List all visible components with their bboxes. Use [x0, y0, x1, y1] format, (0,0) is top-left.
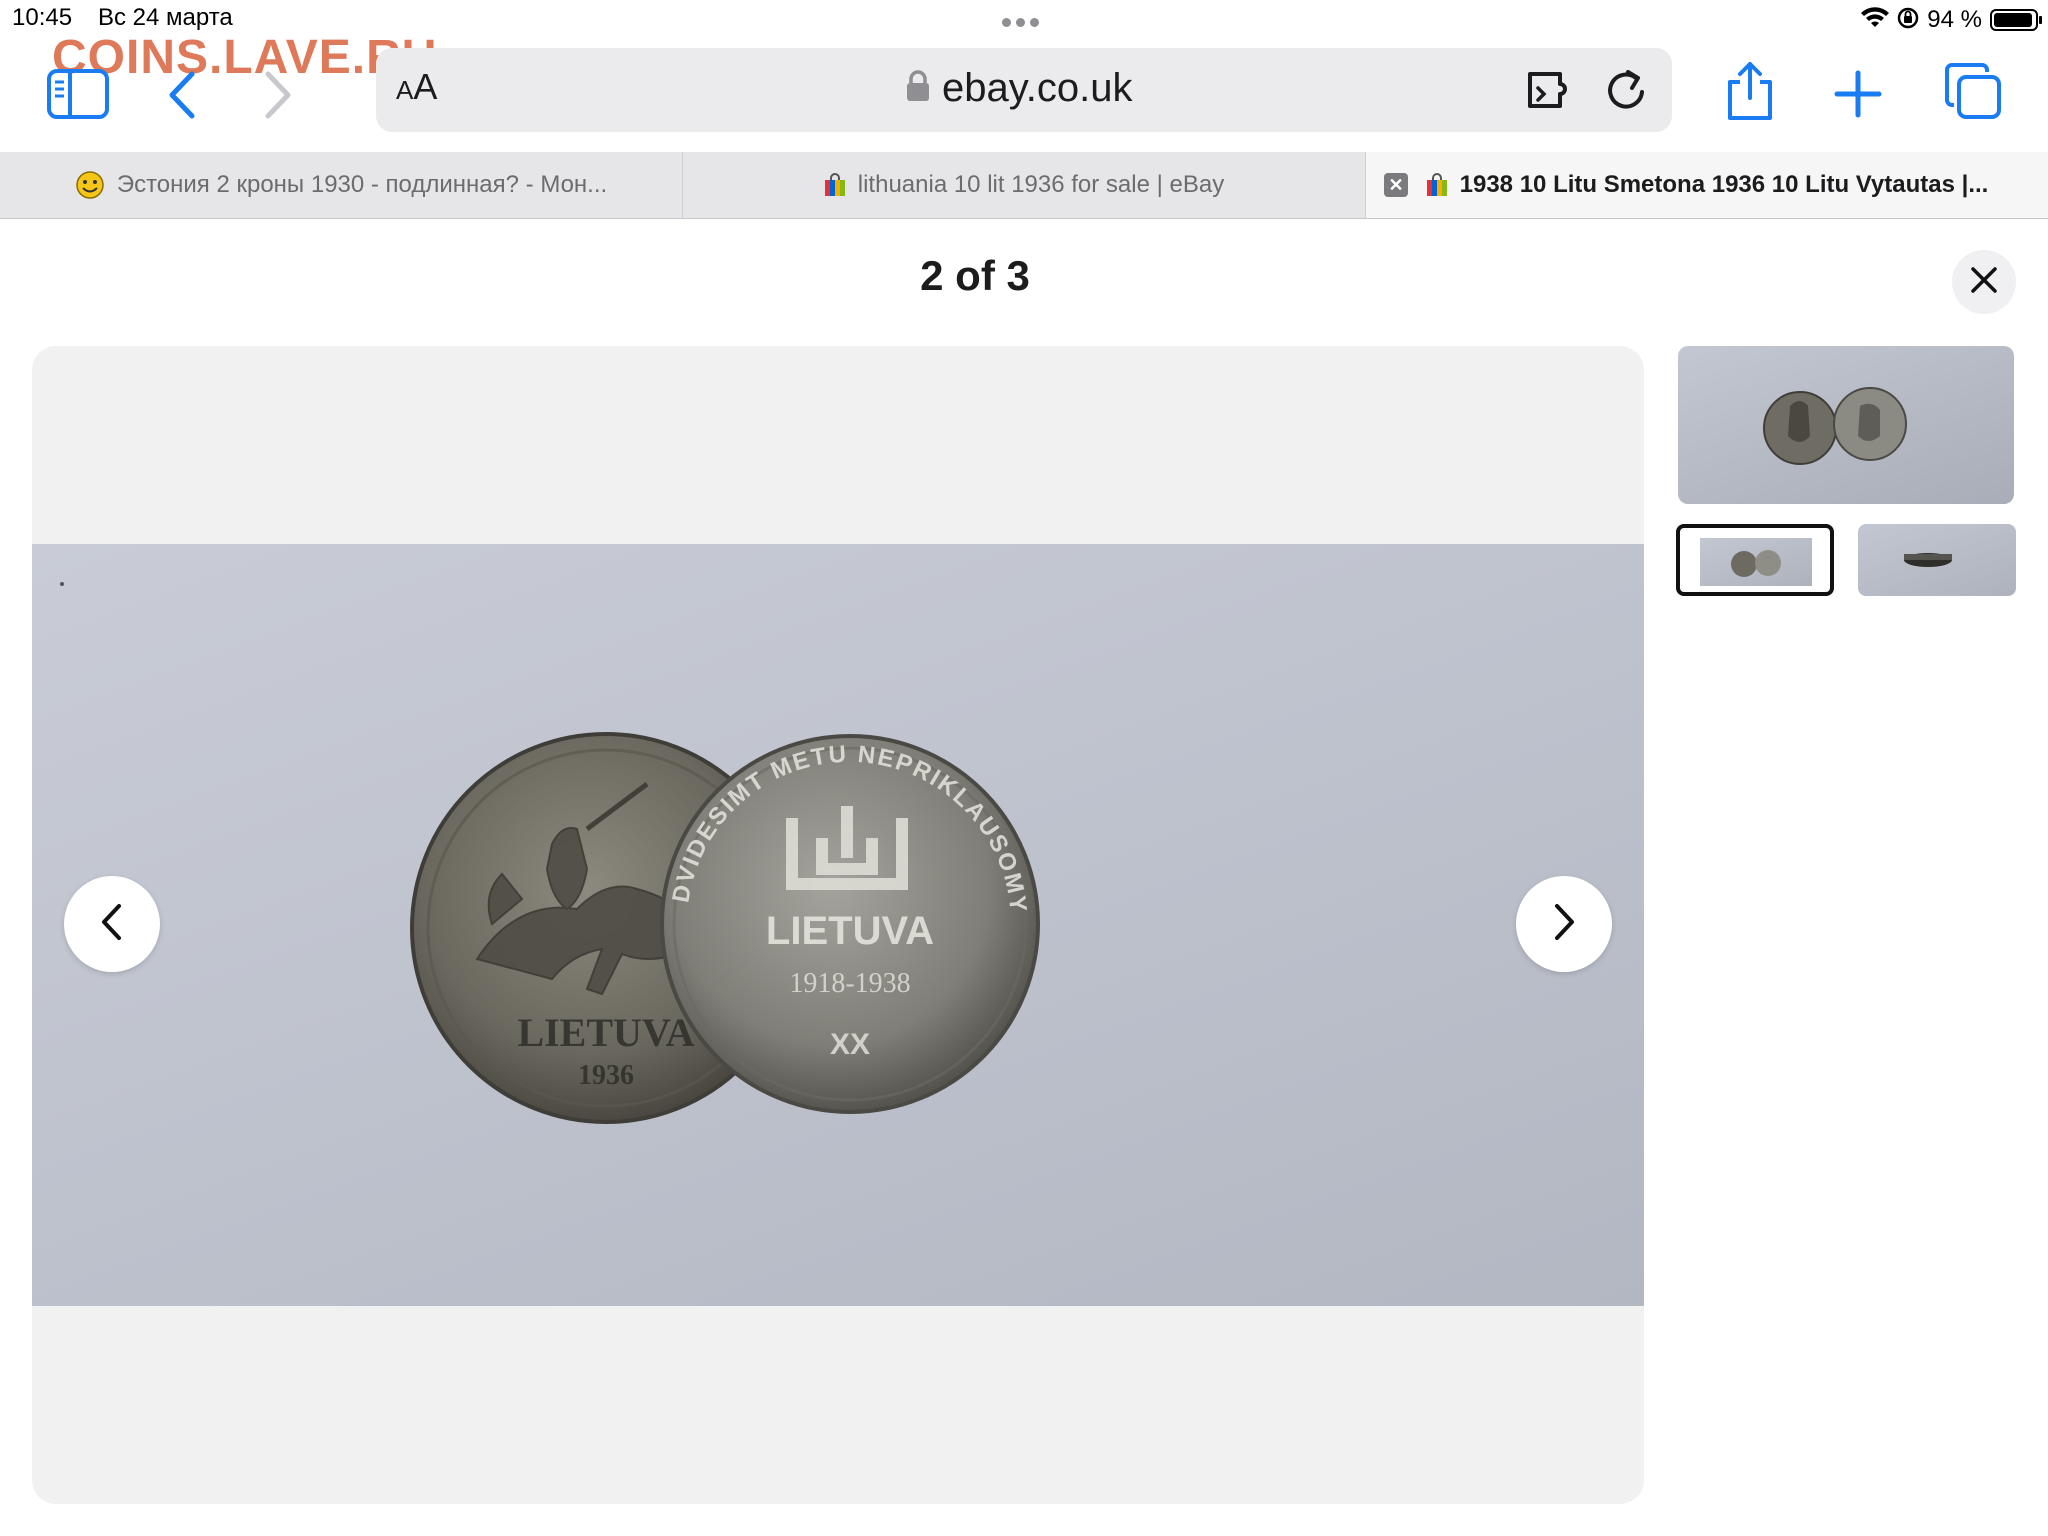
status-indicators: 94 %: [1861, 2, 2042, 38]
thumbnail-1[interactable]: [1678, 346, 2014, 504]
image-stage: LIETUVA 1936 LIETUVA 1918-1938 XX DVIDES…: [32, 346, 1644, 1504]
ebay-bag-icon: [1426, 173, 1448, 197]
next-image-button[interactable]: [1516, 876, 1612, 972]
lock-icon: [906, 70, 930, 107]
close-tab-icon[interactable]: ✕: [1384, 173, 1408, 197]
browser-toolbar: AA ebay.co.uk: [0, 40, 2048, 152]
share-icon[interactable]: [1722, 60, 1778, 127]
back-icon[interactable]: [166, 70, 198, 125]
ebay-bag-icon: [824, 173, 846, 197]
previous-image-button[interactable]: [64, 876, 160, 972]
url-text[interactable]: ebay.co.uk: [942, 66, 1133, 111]
svg-text:LIETUVA: LIETUVA: [766, 909, 934, 953]
battery-icon: [1990, 9, 2042, 31]
multitasking-dots-icon[interactable]: [1002, 14, 1046, 27]
wifi-icon: [1861, 6, 1890, 34]
chevron-right-icon: [1553, 903, 1575, 946]
status-date: Вс 24 марта: [98, 4, 233, 31]
battery-percent: 94 %: [1927, 6, 1982, 33]
tab-title: lithuania 10 lit 1936 for sale | eBay: [857, 171, 1225, 198]
close-icon: [1970, 266, 1998, 299]
svg-text:XX: XX: [830, 1028, 870, 1061]
tab-title: Эстония 2 кроны 1930 - подлинная? - Мон.…: [116, 171, 608, 198]
svg-text:1918-1938: 1918-1938: [789, 968, 910, 999]
orientation-lock-icon: [1897, 7, 1919, 34]
tabs-overview-icon[interactable]: [1944, 62, 2002, 125]
thumbnail-2[interactable]: [1676, 524, 1834, 596]
smiley-icon: [75, 170, 105, 200]
text-size-button[interactable]: AA: [396, 66, 437, 108]
extensions-icon[interactable]: [1524, 66, 1578, 119]
tab-strip: Эстония 2 кроны 1930 - подлинная? - Мон.…: [0, 152, 2048, 219]
svg-text:LIETUVA: LIETUVA: [517, 1010, 694, 1055]
close-viewer-button[interactable]: [1952, 250, 2016, 314]
reload-icon[interactable]: [1604, 66, 1650, 119]
coin-photo: LIETUVA 1936 LIETUVA 1918-1938 XX DVIDES…: [32, 544, 1644, 1306]
chevron-left-icon: [101, 903, 123, 946]
tab-ebay-listing[interactable]: ✕ 1938 10 Litu Smetona 1936 10 Litu Vyta…: [1366, 152, 2048, 218]
image-counter: 2 of 3: [920, 252, 1030, 299]
tab-estonia[interactable]: Эстония 2 кроны 1930 - подлинная? - Мон.…: [0, 152, 683, 218]
address-bar[interactable]: AA ebay.co.uk: [376, 48, 1672, 132]
svg-text:1936: 1936: [578, 1060, 634, 1091]
tab-title: 1938 10 Litu Smetona 1936 10 Litu Vytaut…: [1459, 171, 1989, 198]
tab-ebay-search[interactable]: lithuania 10 lit 1936 for sale | eBay: [683, 152, 1366, 218]
new-tab-icon[interactable]: [1834, 70, 1882, 123]
sidebar-icon[interactable]: [46, 68, 110, 125]
forward-icon[interactable]: [262, 70, 294, 125]
thumbnail-3[interactable]: [1858, 524, 2016, 596]
status-time: 10:45: [12, 4, 73, 31]
